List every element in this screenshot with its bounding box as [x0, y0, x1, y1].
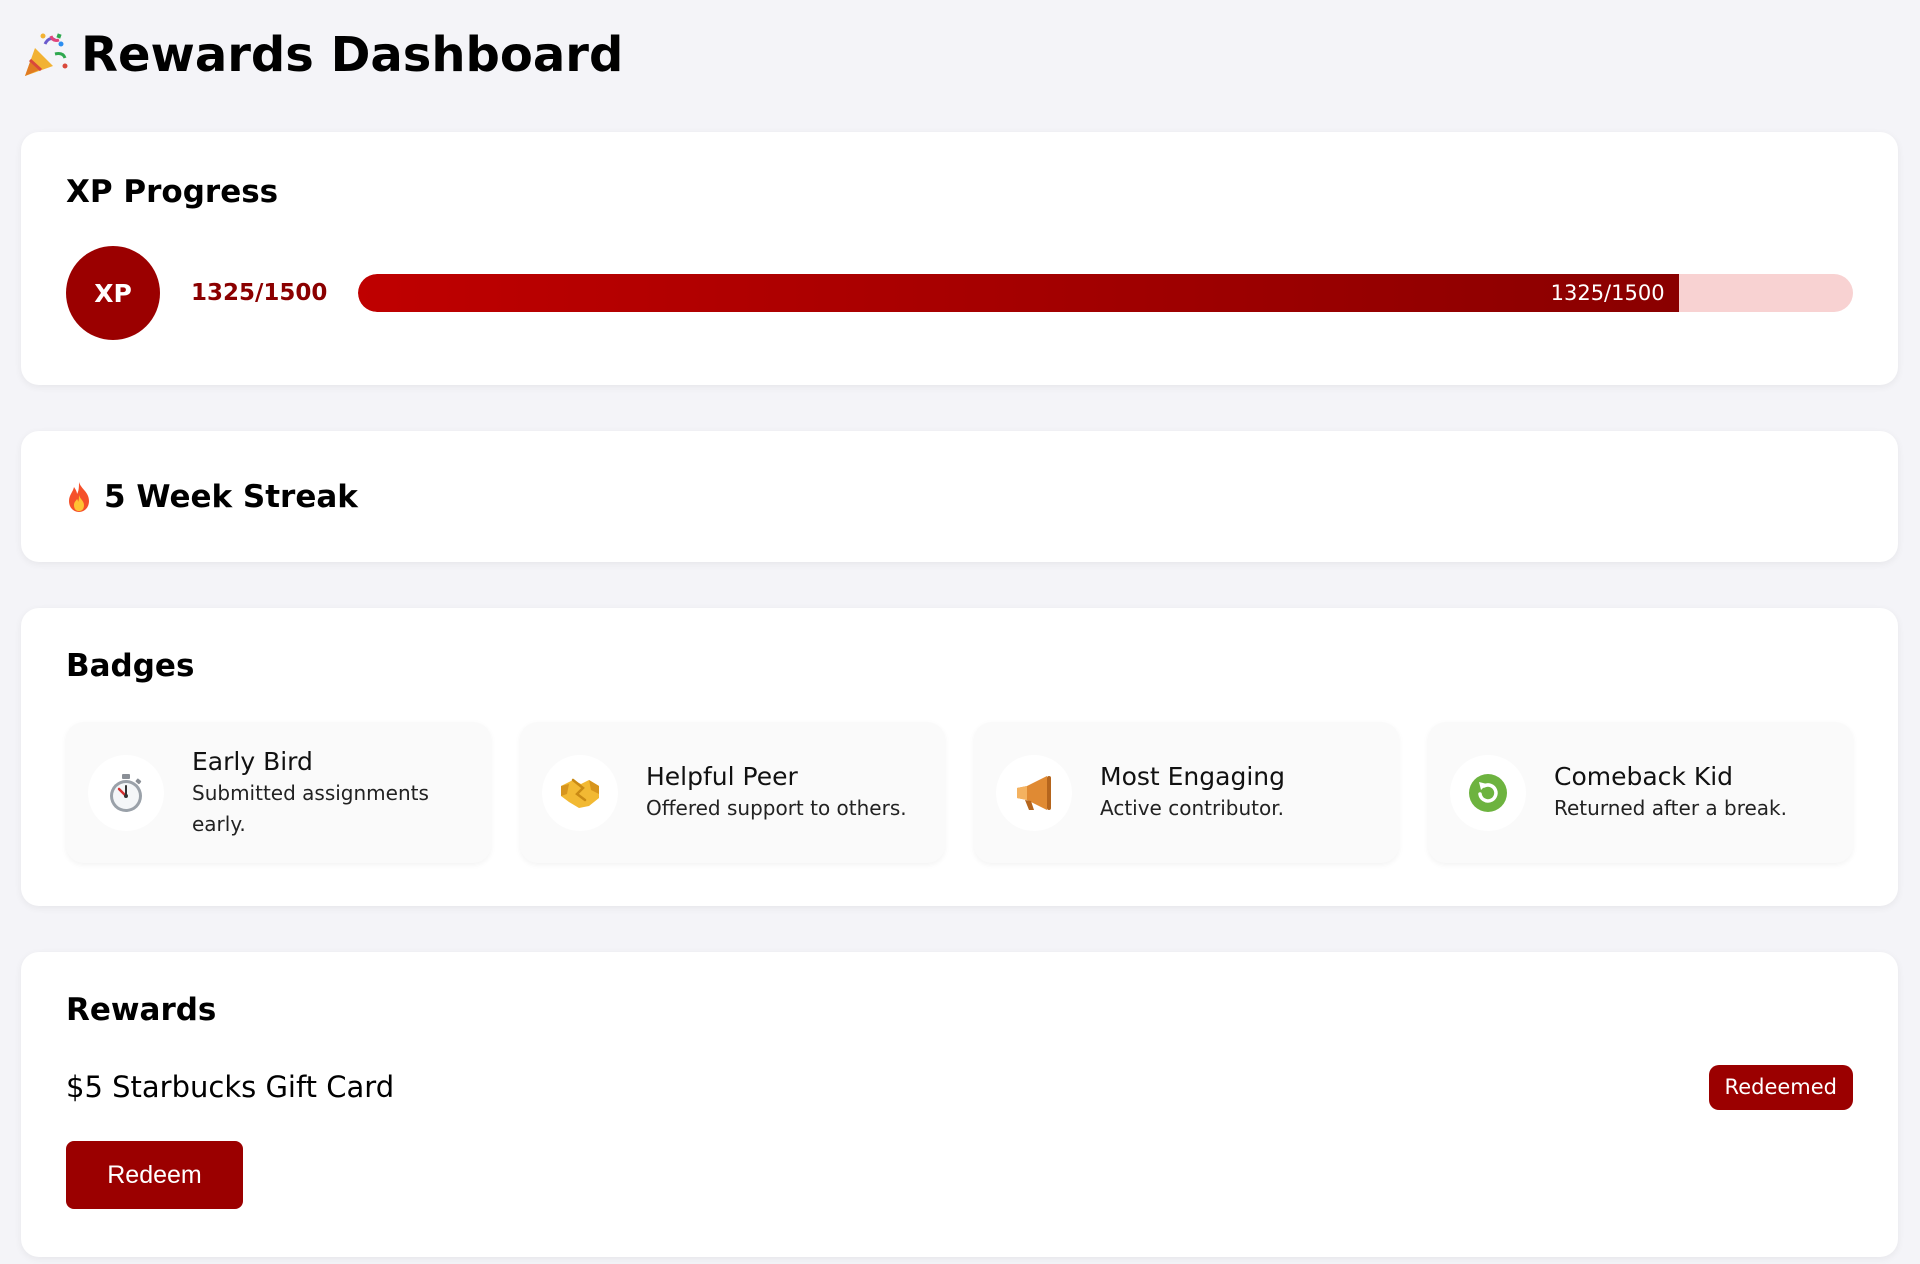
badge-early-bird: Early Bird Submitted assignments early. [66, 722, 491, 863]
reward-item: $5 Starbucks Gift Card Redeemed [66, 1064, 1853, 1110]
streak-label: 5 Week Streak [104, 478, 358, 515]
streak-line: 5 Week Streak [66, 431, 358, 562]
badge-most-engaging: Most Engaging Active contributor. [974, 722, 1399, 863]
xp-progress-fill: 1325/1500 [358, 274, 1679, 312]
xp-circle: XP [66, 246, 160, 340]
badge-text: Early Bird Submitted assignments early. [192, 746, 469, 840]
badge-icon-wrap [1450, 754, 1526, 831]
rewards-card: Rewards $5 Starbucks Gift Card Redeemed … [21, 952, 1898, 1257]
streak-card: 5 Week Streak [21, 431, 1898, 562]
badge-name: Helpful Peer [646, 762, 798, 791]
badge-helpful-peer: Helpful Peer Offered support to others. [520, 722, 945, 863]
badge-comeback-kid: Comeback Kid Returned after a break. [1428, 722, 1853, 863]
badge-description: Active contributor. [1100, 796, 1284, 820]
badge-name: Most Engaging [1100, 762, 1285, 791]
stopwatch-icon [110, 773, 142, 812]
badge-icon-wrap [996, 754, 1072, 831]
xp-progress-bar: 1325/1500 [358, 274, 1853, 312]
reward-name: $5 Starbucks Gift Card [66, 1070, 395, 1104]
redeem-button[interactable]: Redeem [66, 1141, 243, 1209]
badge-icon-wrap [88, 754, 164, 831]
badges-heading: Badges [66, 648, 195, 684]
badge-text: Comeback Kid Returned after a break. [1554, 761, 1787, 824]
fire-icon [69, 481, 89, 512]
xp-progress-label: 1325/1500 [1550, 281, 1665, 305]
badge-icon-wrap [542, 754, 618, 831]
badge-text: Helpful Peer Offered support to others. [646, 761, 907, 824]
xp-value-text: 1325/1500 [191, 280, 328, 306]
badge-grid: Early Bird Submitted assignments early. … [66, 722, 1853, 863]
badge-description: Offered support to others. [646, 796, 907, 820]
xp-progress-card: XP Progress XP 1325/1500 1325/1500 [21, 132, 1898, 385]
badges-card: Badges Early Bird Submitted assignments … [21, 608, 1898, 906]
page-title: Rewards Dashboard [21, 0, 1898, 110]
page-title-text: Rewards Dashboard [81, 27, 624, 83]
rewards-dashboard: Rewards Dashboard XP Progress XP 1325/15… [0, 0, 1920, 1264]
badge-description: Returned after a break. [1554, 796, 1787, 820]
badge-name: Comeback Kid [1554, 762, 1734, 791]
rewards-heading: Rewards [66, 992, 217, 1028]
badge-text: Most Engaging Active contributor. [1100, 761, 1285, 824]
megaphone-icon [1017, 775, 1051, 810]
refresh-icon [1469, 773, 1507, 812]
handshake-icon [561, 778, 599, 808]
party-popper-icon [25, 33, 68, 76]
status-badge: Redeemed [1708, 1064, 1853, 1110]
xp-progress-heading: XP Progress [66, 174, 279, 210]
xp-row: XP 1325/1500 1325/1500 [66, 246, 1853, 340]
badge-name: Early Bird [192, 746, 313, 776]
badge-description: Submitted assignments early. [192, 780, 429, 836]
